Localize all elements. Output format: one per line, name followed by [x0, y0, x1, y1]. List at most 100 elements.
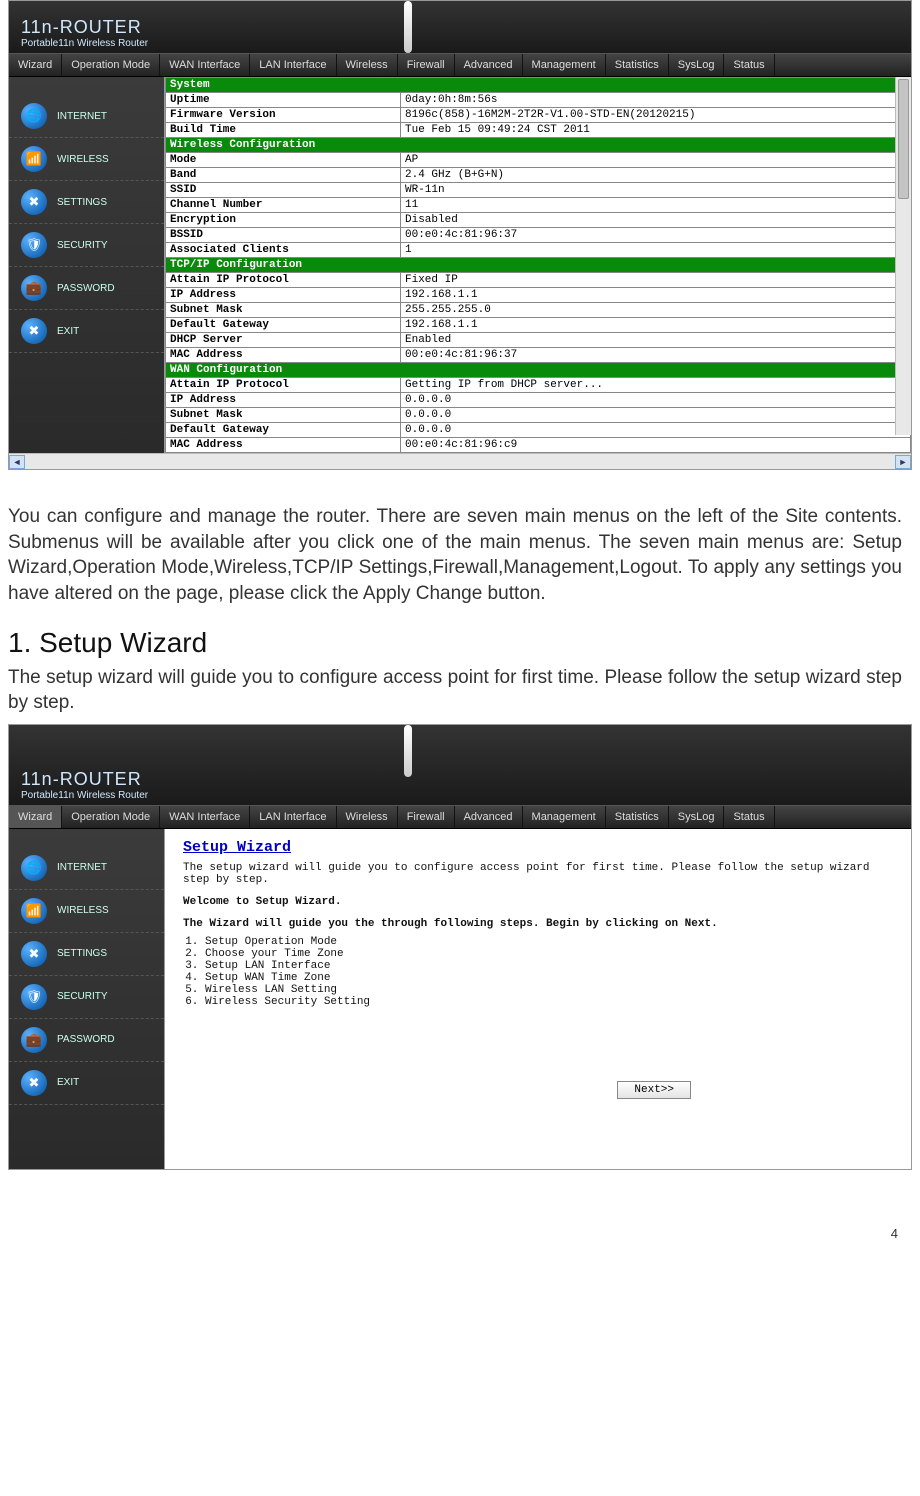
nav-wan-interface[interactable]: WAN Interface	[160, 54, 250, 76]
table-row: Band2.4 GHz (B+G+N)	[166, 168, 911, 183]
exit-icon: ✖	[21, 318, 47, 344]
table-row: MAC Address00:e0:4c:81:96:37	[166, 348, 911, 363]
internet-icon: 🌐	[21, 855, 47, 881]
nav-wizard[interactable]: Wizard	[9, 806, 62, 828]
wireless-icon: 📶	[21, 146, 47, 172]
status-content: SystemUptime0day:0h:8m:56sFirmware Versi…	[164, 77, 911, 453]
nav-lan-interface[interactable]: LAN Interface	[250, 54, 336, 76]
table-row: Uptime0day:0h:8m:56s	[166, 93, 911, 108]
password-icon: 💼	[21, 1027, 47, 1053]
sidebar-item-label: SETTINGS	[57, 948, 107, 959]
row-value: Disabled	[401, 213, 911, 228]
horizontal-scrollbar[interactable]: ◄ ►	[9, 453, 911, 469]
settings-icon: ✖	[21, 941, 47, 967]
row-label: Default Gateway	[166, 318, 401, 333]
nav-operation-mode[interactable]: Operation Mode	[62, 806, 160, 828]
sidebar-item-internet[interactable]: 🌐INTERNET	[9, 95, 164, 138]
wizard-step: Setup WAN Time Zone	[205, 972, 893, 984]
wizard-step: Choose your Time Zone	[205, 948, 893, 960]
row-value: 8196c(858)-16M2M-2T2R-V1.00-STD-EN(20120…	[401, 108, 911, 123]
nav-advanced[interactable]: Advanced	[455, 806, 523, 828]
vertical-scrollbar[interactable]	[895, 77, 911, 435]
exit-icon: ✖	[21, 1070, 47, 1096]
row-value: Enabled	[401, 333, 911, 348]
row-label: DHCP Server	[166, 333, 401, 348]
topbar: 11n-ROUTER Portable11n Wireless Router	[9, 1, 911, 53]
row-value: Getting IP from DHCP server...	[401, 378, 911, 393]
row-label: Encryption	[166, 213, 401, 228]
nav-operation-mode[interactable]: Operation Mode	[62, 54, 160, 76]
row-label: Mode	[166, 153, 401, 168]
nav-management[interactable]: Management	[523, 806, 606, 828]
scroll-right-icon[interactable]: ►	[895, 455, 911, 469]
nav-wizard[interactable]: Wizard	[9, 54, 62, 76]
settings-icon: ✖	[21, 189, 47, 215]
nav-firewall[interactable]: Firewall	[398, 806, 455, 828]
row-value: 2.4 GHz (B+G+N)	[401, 168, 911, 183]
table-row: SSIDWR-11n	[166, 183, 911, 198]
row-label: Attain IP Protocol	[166, 378, 401, 393]
row-label: Channel Number	[166, 198, 401, 213]
password-icon: 💼	[21, 275, 47, 301]
row-value: 1	[401, 243, 911, 258]
row-label: Attain IP Protocol	[166, 273, 401, 288]
sidebar-item-settings[interactable]: ✖ SETTINGS	[9, 933, 164, 976]
sidebar-item-label: PASSWORD	[57, 1034, 115, 1045]
nav-syslog[interactable]: SysLog	[669, 54, 725, 76]
wizard-welcome: Welcome to Setup Wizard.	[183, 896, 893, 908]
nav-wan-interface[interactable]: WAN Interface	[160, 806, 250, 828]
nav-statistics[interactable]: Statistics	[606, 806, 669, 828]
scroll-left-icon[interactable]: ◄	[9, 455, 25, 469]
nav-syslog[interactable]: SysLog	[669, 806, 725, 828]
sidebar-item-settings[interactable]: ✖SETTINGS	[9, 181, 164, 224]
topbar: 11n-ROUTER Portable11n Wireless Router	[9, 725, 911, 805]
nav-firewall[interactable]: Firewall	[398, 54, 455, 76]
wizard-steps-list: Setup Operation ModeChoose your Time Zon…	[205, 936, 893, 1008]
brand-line1: 11n-ROUTER	[21, 770, 148, 790]
sidebar-item-password[interactable]: 💼PASSWORD	[9, 267, 164, 310]
nav-advanced[interactable]: Advanced	[455, 54, 523, 76]
sidebar-item-wireless[interactable]: 📶 WIRELESS	[9, 138, 164, 181]
sidebar-item-label: SECURITY	[57, 240, 108, 251]
next-button[interactable]: Next>>	[617, 1081, 691, 1099]
row-label: SSID	[166, 183, 401, 198]
sidebar-item-password[interactable]: 💼 PASSWORD	[9, 1019, 164, 1062]
table-row: Subnet Mask0.0.0.0	[166, 408, 911, 423]
nav-management[interactable]: Management	[523, 54, 606, 76]
internet-icon: 🌐	[21, 103, 47, 129]
navbar: WizardOperation ModeWAN InterfaceLAN Int…	[9, 53, 911, 77]
table-row: Associated Clients1	[166, 243, 911, 258]
nav-status[interactable]: Status	[724, 54, 774, 76]
intro-paragraph: You can configure and manage the router.…	[0, 486, 920, 615]
sidebar-item-label: WIRELESS	[57, 154, 109, 165]
section-header: TCP/IP Configuration	[166, 258, 911, 273]
row-label: MAC Address	[166, 348, 401, 363]
nav-wireless[interactable]: Wireless	[337, 806, 398, 828]
row-value: 0.0.0.0	[401, 408, 911, 423]
row-label: Firmware Version	[166, 108, 401, 123]
section-header: WAN Configuration	[166, 363, 911, 378]
row-value: Tue Feb 15 09:49:24 CST 2011	[401, 123, 911, 138]
row-label: Associated Clients	[166, 243, 401, 258]
navbar: WizardOperation ModeWAN InterfaceLAN Int…	[9, 805, 911, 829]
wizard-content: Setup Wizard The setup wizard will guide…	[164, 829, 911, 1169]
nav-wireless[interactable]: Wireless	[337, 54, 398, 76]
table-row: Default Gateway0.0.0.0	[166, 423, 911, 438]
nav-lan-interface[interactable]: LAN Interface	[250, 806, 336, 828]
table-row: Attain IP ProtocolGetting IP from DHCP s…	[166, 378, 911, 393]
sidebar-item-exit[interactable]: ✖EXIT	[9, 310, 164, 353]
sidebar-item-security[interactable]: 🛡SECURITY	[9, 976, 164, 1019]
sidebar-item-internet[interactable]: 🌐INTERNET	[9, 847, 164, 890]
row-label: BSSID	[166, 228, 401, 243]
row-label: MAC Address	[166, 438, 401, 453]
nav-status[interactable]: Status	[724, 806, 774, 828]
nav-statistics[interactable]: Statistics	[606, 54, 669, 76]
sidebar: 🌐INTERNET 📶 WIRELESS ✖SETTINGS🛡SECURITY💼PAS…	[9, 77, 164, 453]
row-value: 192.168.1.1	[401, 318, 911, 333]
sidebar-item-security[interactable]: 🛡SECURITY	[9, 224, 164, 267]
sidebar-item-wireless[interactable]: 📶WIRELESS	[9, 890, 164, 933]
row-value: WR-11n	[401, 183, 911, 198]
row-value: 00:e0:4c:81:96:c9	[401, 438, 911, 453]
row-label: IP Address	[166, 393, 401, 408]
sidebar-item-exit[interactable]: ✖EXIT	[9, 1062, 164, 1105]
